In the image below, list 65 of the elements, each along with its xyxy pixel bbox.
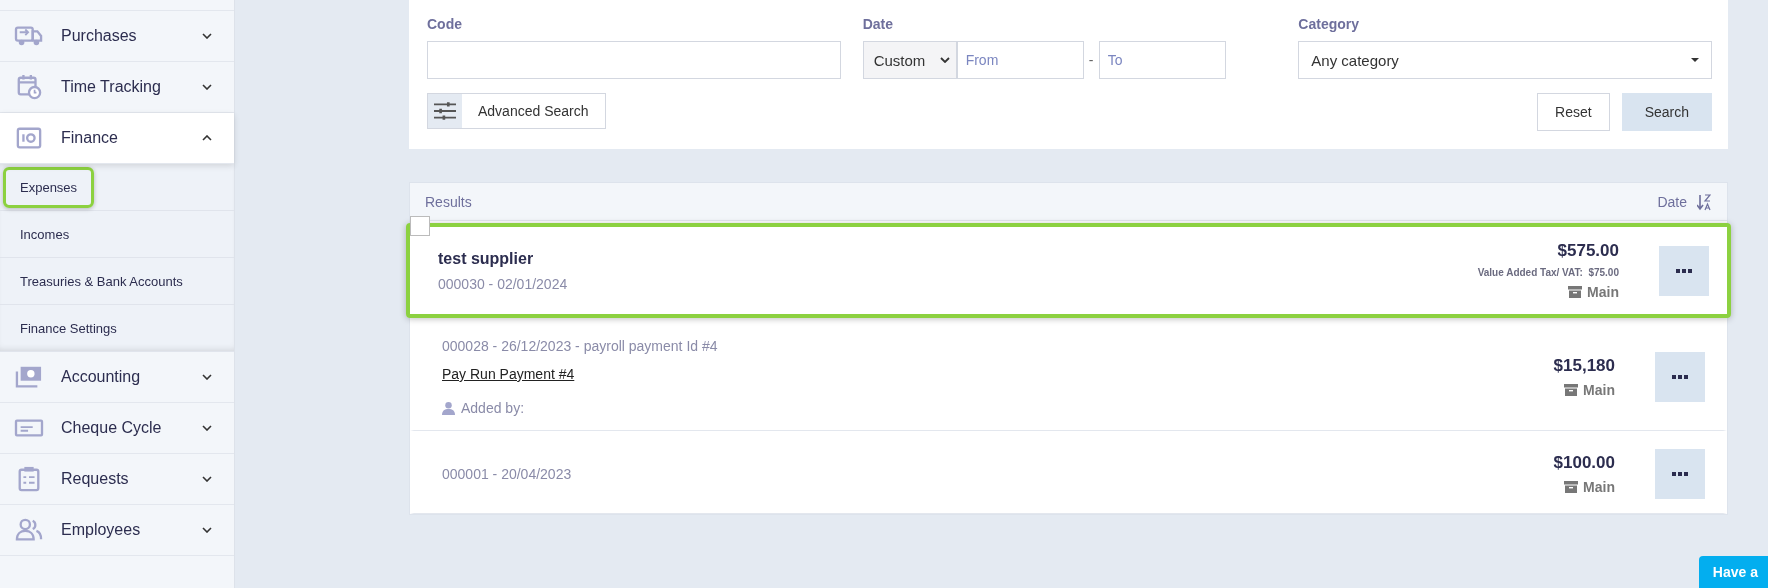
- more-options-button[interactable]: [1655, 449, 1705, 499]
- sidebar-item[interactable]: Accounting: [0, 352, 234, 403]
- chevron-icon: [202, 135, 212, 141]
- branch-name: Main: [1587, 284, 1619, 300]
- range-separator: -: [1087, 52, 1095, 68]
- safe-icon: [14, 125, 44, 151]
- chevron-icon: [202, 374, 212, 380]
- tax-amount: Value Added Tax/ VAT: $75.00: [1477, 267, 1619, 278]
- user-icon: [442, 401, 455, 415]
- sort-descending-icon[interactable]: [1697, 192, 1711, 211]
- archive-box-icon: [1564, 481, 1579, 493]
- amount: $575.00: [1557, 241, 1619, 261]
- added-by-label: Added by:: [461, 400, 525, 416]
- expense-meta: 000028 - 26/12/2023 - payroll payment Id #4: [442, 338, 719, 354]
- chevron-icon: [202, 425, 212, 431]
- submenu-item[interactable]: Incomes: [3, 213, 87, 255]
- expense-meta: 000001 - 20/04/2023: [442, 466, 573, 482]
- from-date-field[interactable]: From: [956, 41, 1084, 79]
- amount: $100.00: [1553, 453, 1615, 473]
- payment-link[interactable]: Pay Run Payment #4: [442, 366, 575, 382]
- field-label: Code: [427, 16, 463, 32]
- chevron-icon: [202, 33, 212, 39]
- chevron-icon: [202, 527, 212, 533]
- search-button[interactable]: Search: [1621, 93, 1712, 131]
- ellipsis-icon: [1676, 268, 1692, 273]
- to-date-field[interactable]: To: [1098, 41, 1226, 79]
- expense-row[interactable]: 000001 - 20/04/2023 $100.00 Main: [410, 431, 1727, 514]
- ellipsis-icon: [1672, 472, 1688, 476]
- date-mode-dropdown[interactable]: Custom: [862, 41, 957, 79]
- caret-icon: [1691, 58, 1699, 62]
- sidebar-item[interactable]: Employees: [0, 505, 234, 556]
- amount: $15,180: [1553, 356, 1615, 376]
- archive-box-icon: [1564, 384, 1579, 396]
- category-dropdown[interactable]: Any category: [1298, 41, 1712, 79]
- people-icon: [14, 517, 44, 543]
- code-input-field[interactable]: [427, 41, 841, 79]
- banknote-icon: [14, 364, 44, 390]
- submenu-item[interactable]: Expenses: [3, 166, 95, 208]
- expense-meta: 000030 - 02/01/2024: [438, 275, 569, 292]
- more-options-button[interactable]: [1655, 352, 1705, 402]
- sidebar-item[interactable]: Finance: [0, 113, 234, 164]
- advanced-search-button[interactable]: Advanced Search: [427, 93, 606, 129]
- sidebar-item[interactable]: Requests: [0, 454, 234, 505]
- more-options-button[interactable]: [1659, 245, 1709, 296]
- ellipsis-icon: [1672, 375, 1688, 379]
- chevron-icon: [939, 57, 950, 63]
- field-label: Date: [862, 16, 894, 32]
- chevron-icon: [202, 476, 212, 482]
- results-heading: Results: [425, 193, 472, 210]
- archive-box-icon: [1568, 286, 1583, 298]
- branch-name: Main: [1583, 382, 1615, 398]
- field-label: Category: [1298, 16, 1360, 32]
- branch-name: Main: [1583, 479, 1615, 495]
- submenu-item[interactable]: Finance Settings: [3, 307, 134, 349]
- supplier-name: test supplier: [438, 249, 535, 268]
- sidebar-item[interactable]: Cheque Cycle: [0, 403, 234, 454]
- sidebar-item[interactable]: Purchases: [0, 11, 234, 62]
- expense-row[interactable]: 000028 - 26/12/2023 - payroll payment Id #4 Pay Run Payment #4 Added by: $15,180 Main: [410, 320, 1727, 431]
- sliders-icon: [434, 102, 456, 120]
- expense-row[interactable]: test supplier 000030 - 02/01/2024 $575.00 Value Added Tax/ VAT: $75.00 Main: [406, 223, 1731, 318]
- row-checkbox[interactable]: [410, 216, 430, 236]
- reset-button[interactable]: Reset: [1537, 93, 1610, 131]
- sort-label[interactable]: Date: [1657, 193, 1687, 210]
- submenu-item[interactable]: Treasuries & Bank Accounts: [3, 260, 200, 302]
- chevron-icon: [202, 84, 212, 90]
